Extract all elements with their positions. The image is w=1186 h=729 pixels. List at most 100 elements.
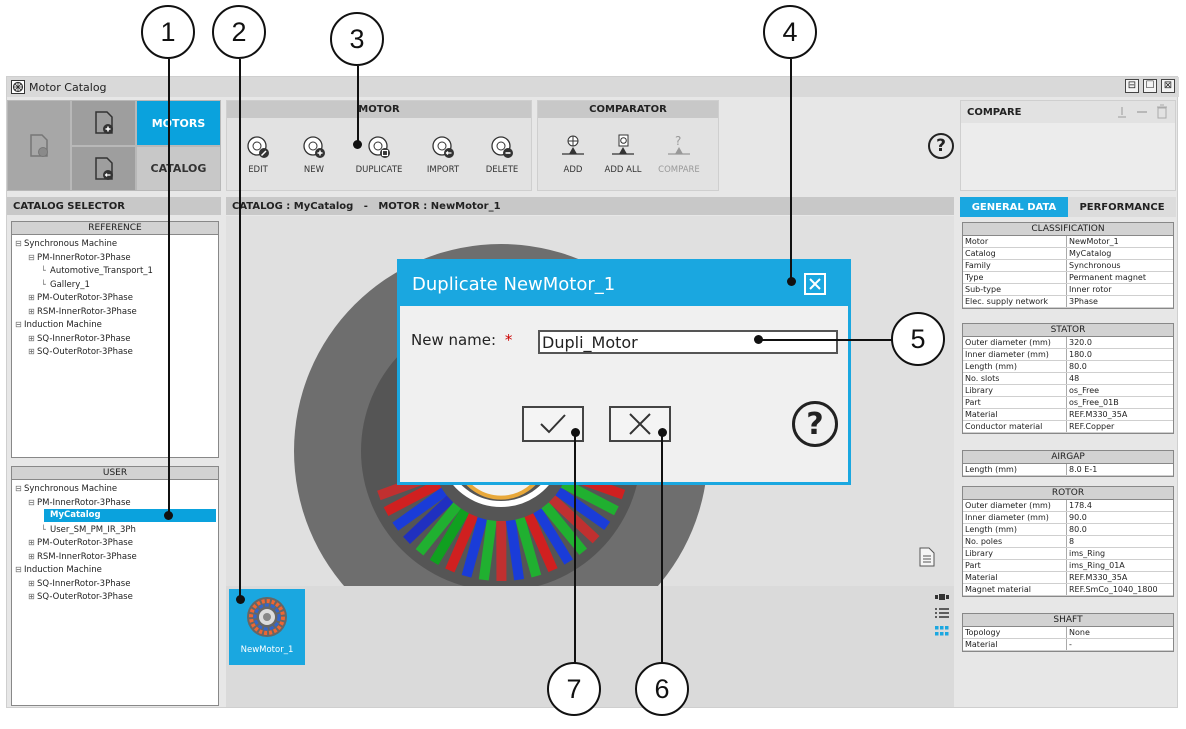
expand-icon[interactable]: ⊞ [28, 305, 35, 318]
catalog-tab[interactable]: CATALOG [136, 146, 221, 191]
report-document-icon[interactable] [919, 547, 935, 567]
table-value: 180.0 [1069, 350, 1092, 359]
leader-line-1 [168, 59, 170, 516]
table-key: Family [963, 260, 1067, 271]
dialog-help-button[interactable]: ? [792, 401, 838, 447]
import-motor-button[interactable]: IMPORT [413, 134, 473, 175]
table-key: Sub-type [963, 284, 1067, 295]
collapse-icon[interactable]: ⊟ [15, 563, 22, 576]
table-key: Magnet material [963, 584, 1067, 595]
leader-dot-6 [658, 428, 667, 437]
expand-icon[interactable]: ⊞ [28, 332, 35, 345]
expand-icon[interactable]: ⊞ [28, 550, 35, 563]
list-view-icon[interactable] [935, 608, 949, 620]
table-row: Library os_Free [963, 385, 1173, 397]
table-row: Motor NewMotor_1 [963, 236, 1173, 248]
new-catalog-tile[interactable] [71, 100, 136, 146]
dialog-close-button[interactable] [804, 273, 826, 295]
expand-icon[interactable]: ⊞ [28, 536, 35, 549]
main-help-button[interactable]: ? [928, 133, 954, 159]
reference-tree-item[interactable]: ⊞ SQ-OuterRotor-3Phase [28, 345, 133, 358]
duplicate-motor-label: DUPLICATE [355, 165, 403, 175]
import-catalog-tile[interactable] [71, 146, 136, 191]
reference-tree-item-label: Automotive_Transport_1 [50, 266, 153, 276]
user-tree-item[interactable]: ⊟ Synchronous Machine [15, 482, 117, 495]
collapse-icon[interactable]: ⊟ [28, 251, 35, 264]
motors-tab[interactable]: MOTORS [136, 100, 221, 146]
user-tree-item[interactable]: ⊞ SQ-InnerRotor-3Phase [28, 577, 130, 590]
reference-tree-item[interactable]: ⊞ RSM-InnerRotor-3Phase [28, 305, 137, 318]
user-tree-item-label: Synchronous Machine [24, 484, 118, 494]
table-key: Outer diameter (mm) [963, 337, 1067, 348]
table-title: AIRGAP [963, 451, 1173, 464]
add-all-compare-button[interactable]: ADD ALL [593, 134, 653, 175]
user-tree-item[interactable]: ⊞ RSM-InnerRotor-3Phase [28, 550, 137, 563]
collapse-icon[interactable]: ⊟ [15, 318, 22, 331]
reference-tree-item[interactable]: ⊟ PM-InnerRotor-3Phase [28, 251, 131, 264]
expand-icon[interactable]: ⊞ [28, 577, 35, 590]
dialog-titlebar: Duplicate NewMotor_1 [400, 262, 848, 306]
compare-trash-icon[interactable] [1155, 104, 1169, 120]
grid-view-icon[interactable] [935, 626, 949, 638]
expand-icon[interactable]: ⊞ [28, 590, 35, 603]
strip-view-icon[interactable] [935, 592, 949, 602]
new-name-input[interactable] [538, 330, 838, 354]
compare-button[interactable]: ? COMPARE [649, 134, 709, 175]
table-value: os_Free [1069, 386, 1100, 395]
user-tree-item[interactable]: ⊟ PM-InnerRotor-3Phase [28, 496, 131, 509]
reference-tree-item[interactable]: ⊞ SQ-InnerRotor-3Phase [28, 332, 130, 345]
compare-add-icon[interactable] [1115, 105, 1129, 119]
reference-tree-item[interactable]: ⊟ Induction Machine [15, 318, 102, 331]
table-key: Inner diameter (mm) [963, 349, 1067, 360]
leader-line-3 [357, 66, 359, 144]
table-value: REF.SmCo_1040_1800 [1069, 585, 1158, 594]
compare-remove-icon[interactable] [1135, 105, 1149, 119]
add-all-compare-icon [612, 134, 634, 155]
table-value: REF.Copper [1069, 422, 1115, 431]
user-tree-item[interactable]: ⊞ SQ-OuterRotor-3Phase [28, 590, 133, 603]
table-key: Elec. supply network [963, 296, 1067, 307]
user-tree-item-label: User_SM_PM_IR_3Ph [50, 524, 136, 535]
check-icon [540, 414, 566, 434]
table-key: Type [963, 272, 1067, 283]
user-tree-item[interactable]: MyCatalog [44, 509, 216, 522]
edit-motor-button[interactable]: EDIT [228, 134, 288, 175]
reference-tree-item[interactable]: ⊞ PM-OuterRotor-3Phase [28, 291, 133, 304]
minimize-button[interactable]: ⊟ [1125, 79, 1139, 93]
table-key: Catalog [963, 248, 1067, 259]
table-row: Inner diameter (mm) 90.0 [963, 512, 1173, 524]
table-key: Inner diameter (mm) [963, 512, 1067, 523]
new-motor-button[interactable]: NEW [284, 134, 344, 175]
collapse-icon[interactable]: ⊟ [15, 482, 22, 495]
user-tree-item[interactable]: └ User_SM_PM_IR_3Ph [41, 523, 136, 536]
table-key: Outer diameter (mm) [963, 500, 1067, 511]
reference-tree-item[interactable]: ⊟ Synchronous Machine [15, 237, 117, 250]
expand-icon[interactable]: ⊞ [28, 345, 35, 358]
table-value: ims_Ring [1069, 549, 1106, 558]
delete-motor-button[interactable]: DELETE [472, 134, 532, 175]
user-tree-item[interactable]: ⊟ Induction Machine [15, 563, 102, 576]
expand-icon[interactable]: ⊞ [28, 291, 35, 304]
leader-line-6 [661, 432, 663, 663]
app-logo-icon [11, 80, 25, 94]
maximize-button[interactable]: ☐ [1143, 79, 1157, 93]
close-window-button[interactable]: ⊠ [1161, 79, 1175, 93]
motor-catalog-tile[interactable] [7, 100, 71, 191]
comparator-panel: COMPARATOR ADD ADD ALL ? COMPARE [537, 100, 719, 191]
user-tree-item[interactable]: ⊞ PM-OuterRotor-3Phase [28, 536, 133, 549]
tab-performance[interactable]: PERFORMANCE [1068, 197, 1176, 217]
collapse-icon[interactable]: ⊟ [28, 496, 35, 509]
import-file-icon [94, 156, 113, 180]
reference-tree-item[interactable]: └ Gallery_1 [41, 278, 90, 291]
table-title: STATOR [963, 324, 1173, 337]
edit-motor-label: EDIT [248, 165, 268, 175]
collapse-icon[interactable]: ⊟ [15, 237, 22, 250]
reference-tree-item[interactable]: └ Automotive_Transport_1 [41, 264, 153, 277]
table-value: 80.0 [1069, 362, 1087, 371]
tree-connector-icon: └ [41, 266, 46, 275]
tab-general-data[interactable]: GENERAL DATA [960, 197, 1068, 217]
table-key: Material [963, 409, 1067, 420]
table-row: Material - [963, 639, 1173, 651]
table-key: No. slots [963, 373, 1067, 384]
dialog-title: Duplicate NewMotor_1 [412, 273, 616, 295]
